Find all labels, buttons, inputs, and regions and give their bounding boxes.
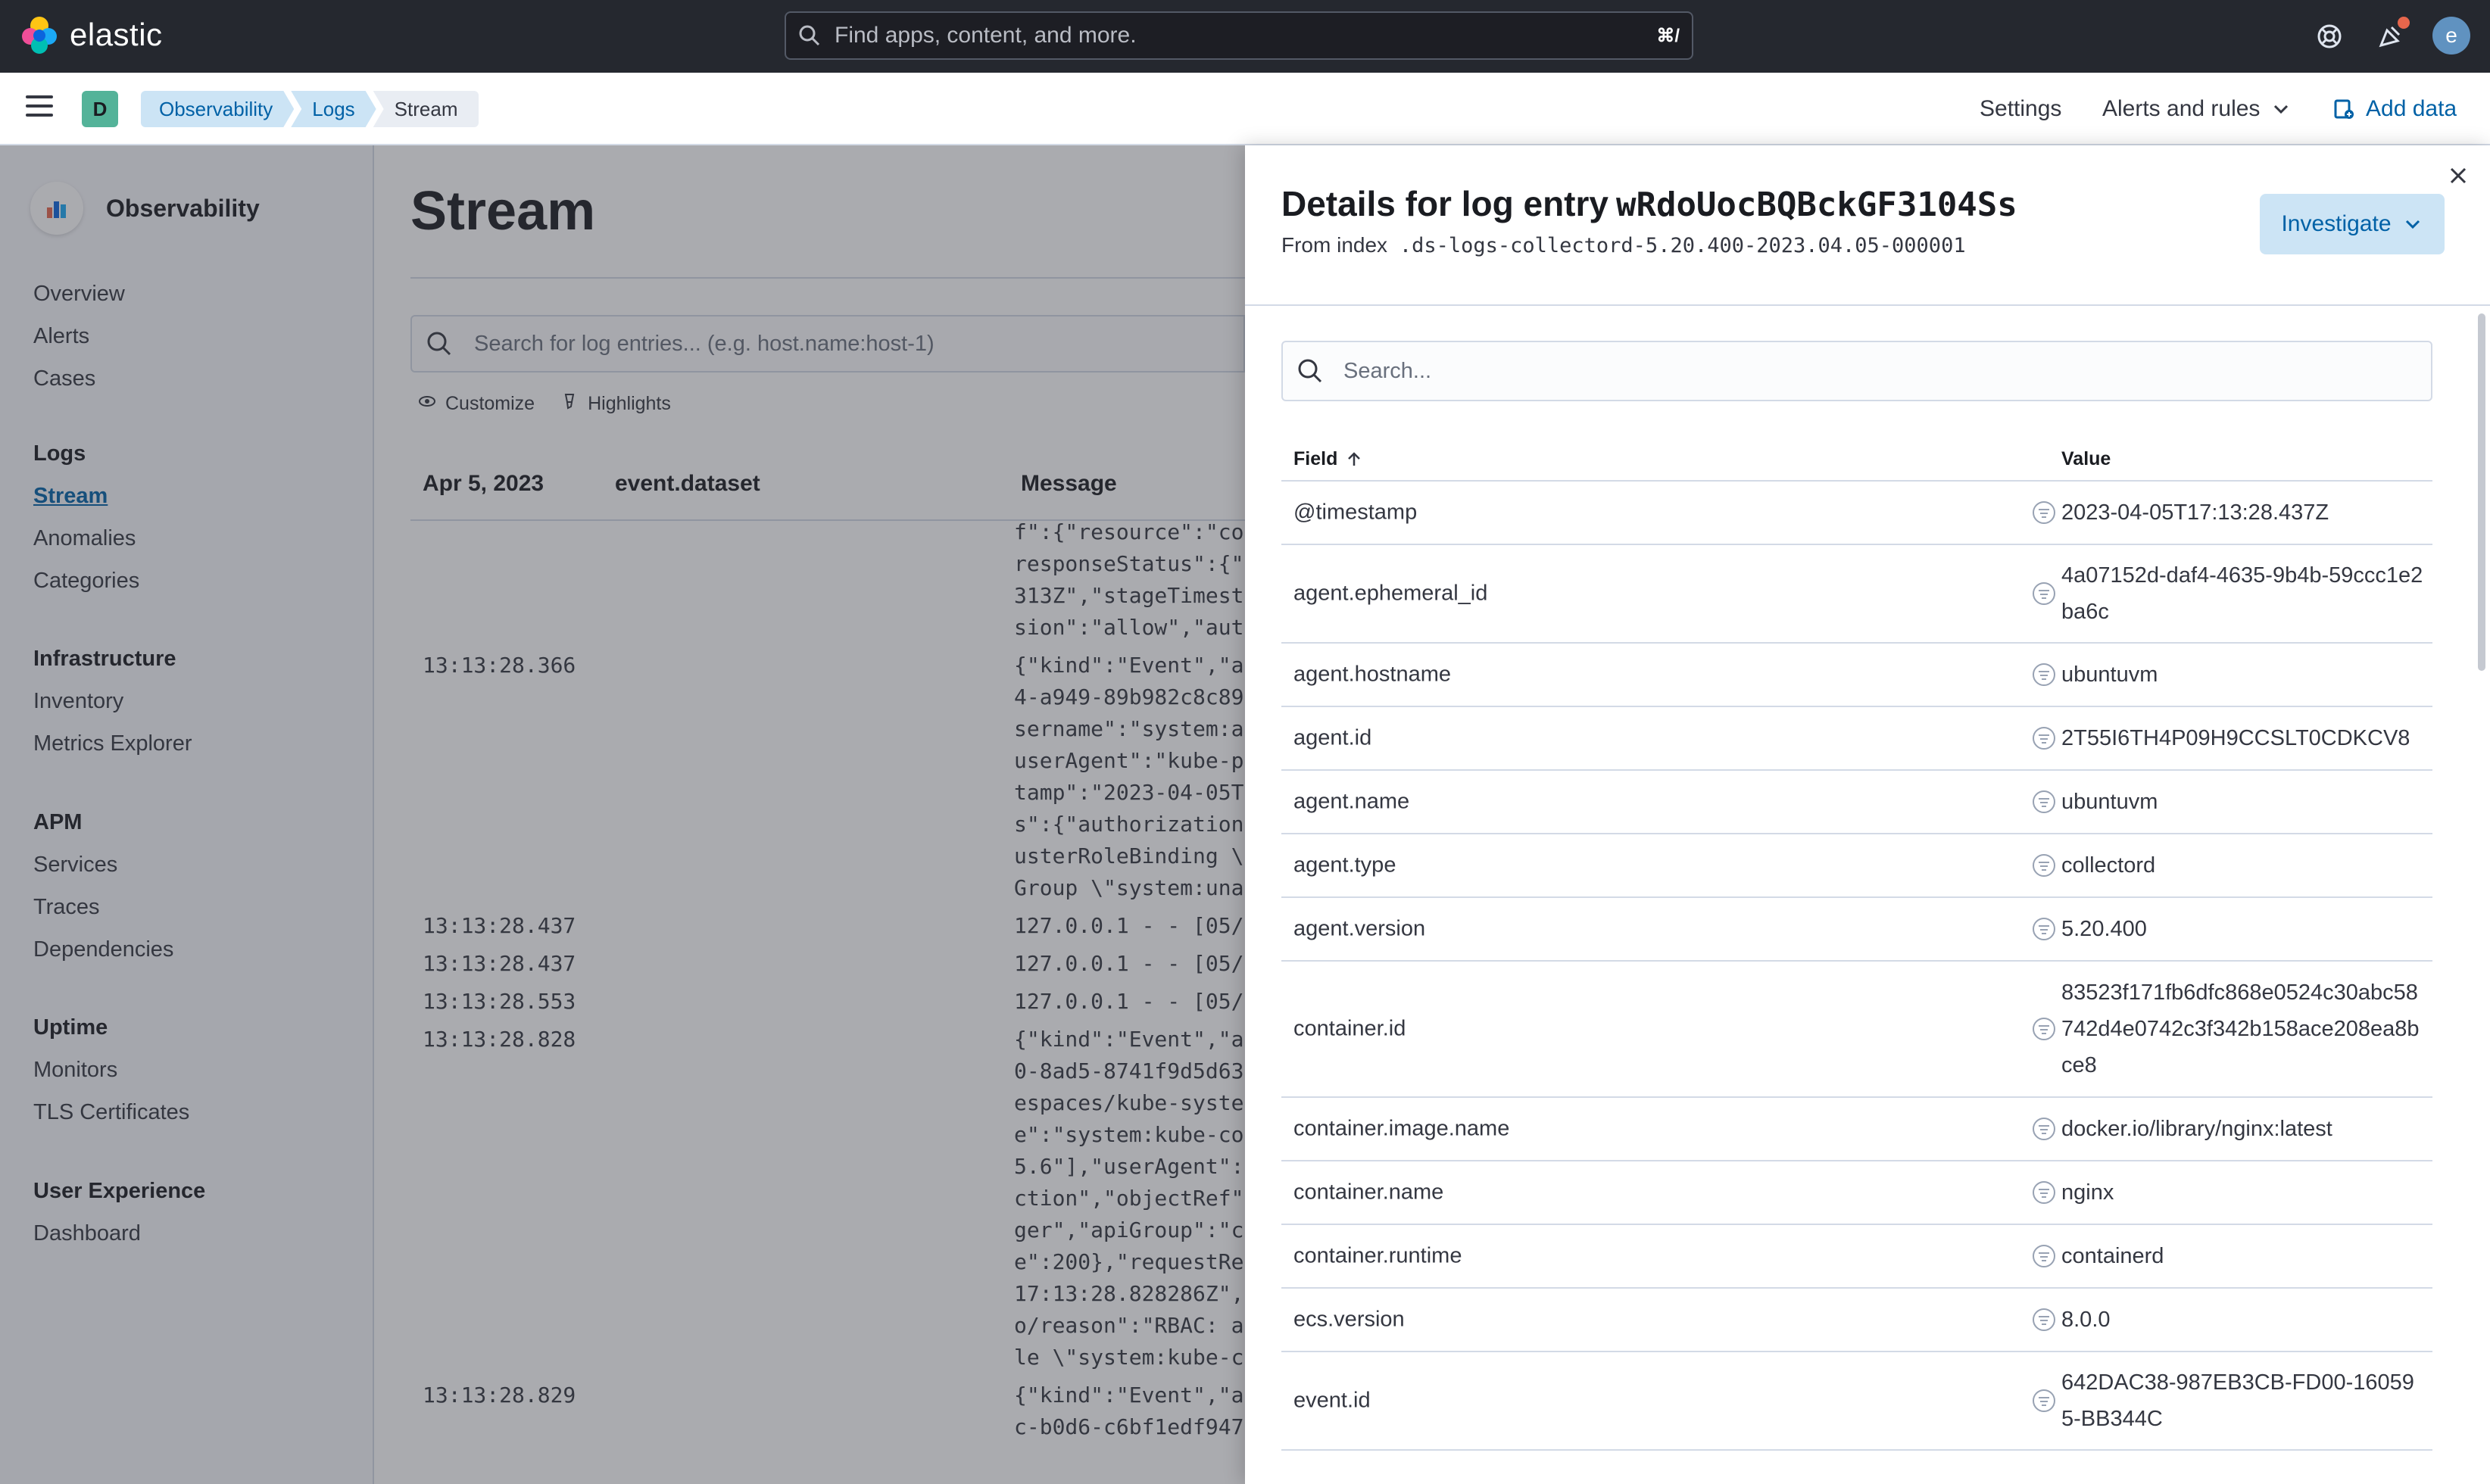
filter-icon[interactable]	[2031, 853, 2057, 878]
elastic-logo-icon	[22, 17, 57, 54]
help-icon[interactable]	[2311, 18, 2348, 55]
alerts-and-rules-label: Alerts and rules	[2102, 96, 2261, 121]
filter-icon[interactable]	[2031, 916, 2057, 942]
global-search-placeholder: Find apps, content, and more.	[835, 23, 1137, 48]
flyout-scrollbar[interactable]	[2478, 313, 2485, 671]
field-value: 83523f171fb6dfc868e0524c30abc58742d4e074…	[2061, 980, 2420, 1077]
breadcrumb: Observability Logs Stream	[141, 91, 479, 127]
field-search-input[interactable]: Search...	[1281, 341, 2432, 401]
field-name: agent.id	[1293, 725, 1372, 750]
table-row: agent.version 5.20.400	[1281, 898, 2432, 962]
field-value: 642DAC38-987EB3CB-FD00-160595-BB344C	[2061, 1370, 2414, 1431]
flyout-subtitle: From index .ds-logs-collectord-5.20.400-…	[1281, 233, 1966, 257]
field-name: container.image.name	[1293, 1116, 1510, 1141]
search-icon	[1298, 359, 1322, 383]
log-entry-id: wRdoUocBQBckGF3104Ss	[1615, 186, 2017, 224]
table-row: @timestamp 2023-04-05T17:13:28.437Z	[1281, 482, 2432, 545]
field-name: container.id	[1293, 1016, 1406, 1041]
flyout-overlay-mask[interactable]	[0, 145, 1245, 1484]
filter-icon[interactable]	[2031, 500, 2057, 525]
sort-ascending-icon	[1348, 451, 1361, 466]
notification-dot	[2398, 17, 2410, 29]
divider	[1245, 304, 2490, 306]
table-row: container.runtime containerd	[1281, 1225, 2432, 1289]
field-name: agent.hostname	[1293, 662, 1451, 687]
field-name: event.id	[1293, 1388, 1371, 1413]
field-name: container.name	[1293, 1180, 1444, 1205]
log-entry-flyout: Details for log entry wRdoUocBQBckGF3104…	[1245, 145, 2490, 1484]
space-avatar[interactable]: D	[82, 91, 118, 127]
field-name: agent.version	[1293, 916, 1426, 941]
table-row: container.name nginx	[1281, 1161, 2432, 1225]
alerts-and-rules-menu[interactable]: Alerts and rules	[2102, 91, 2292, 127]
field-name: agent.name	[1293, 789, 1410, 814]
secondary-header: D Observability Logs Stream Settings Ale…	[0, 73, 2490, 145]
add-data-icon	[2334, 99, 2354, 119]
filter-icon[interactable]	[2031, 1388, 2057, 1414]
global-header: elastic Find apps, content, and more. ⌘/…	[0, 0, 2490, 73]
user-avatar[interactable]: e	[2432, 17, 2470, 55]
field-value: containerd	[2061, 1244, 2164, 1268]
field-value: 2023-04-05T17:13:28.437Z	[2061, 500, 2329, 525]
table-row: ecs.version 8.0.0	[1281, 1289, 2432, 1352]
table-row: agent.name ubuntuvm	[1281, 771, 2432, 834]
table-row: agent.id 2T55I6TH4P09H9CCSLT0CDKCV8	[1281, 707, 2432, 771]
brand-name: elastic	[70, 17, 163, 52]
field-value: ubuntuvm	[2061, 790, 2158, 814]
field-value: 4a07152d-daf4-4635-9b4b-59ccc1e2ba6c	[2061, 563, 2423, 624]
breadcrumb-stream: Stream	[373, 91, 479, 127]
table-row: event.id 642DAC38-987EB3CB-FD00-160595-BB…	[1281, 1352, 2432, 1451]
table-row: agent.type collectord	[1281, 834, 2432, 898]
filter-icon[interactable]	[2031, 1116, 2057, 1142]
filter-icon[interactable]	[2031, 1180, 2057, 1205]
field-name: ecs.version	[1293, 1307, 1405, 1332]
add-data-link[interactable]: Add data	[2332, 91, 2457, 127]
investigate-label: Investigate	[2281, 211, 2392, 236]
filter-icon[interactable]	[2031, 1243, 2057, 1269]
field-name: agent.ephemeral_id	[1293, 581, 1488, 606]
filter-icon[interactable]	[2031, 789, 2057, 815]
table-row: container.id 83523f171fb6dfc868e0524c30ab…	[1281, 962, 2432, 1098]
field-value: 8.0.0	[2061, 1308, 2111, 1332]
field-name: container.runtime	[1293, 1243, 1462, 1268]
filter-icon[interactable]	[2031, 662, 2057, 687]
table-row: container.image.name docker.io/library/ng…	[1281, 1098, 2432, 1161]
index-prefix: From index	[1281, 233, 1388, 257]
chevron-down-icon	[2405, 220, 2420, 229]
investigate-button[interactable]: Investigate	[2260, 194, 2445, 254]
field-column-header[interactable]: Field	[1293, 448, 1363, 470]
field-header-label: Field	[1293, 448, 1338, 469]
fields-table-header: Field Value	[1281, 439, 2432, 482]
filter-icon[interactable]	[2031, 1307, 2057, 1333]
field-value: nginx	[2061, 1180, 2114, 1205]
field-value: collectord	[2061, 853, 2156, 878]
field-value: 5.20.400	[2061, 917, 2147, 941]
field-value: ubuntuvm	[2061, 662, 2158, 687]
menu-toggle-icon[interactable]	[26, 95, 53, 123]
search-icon	[799, 25, 820, 46]
table-row: agent.hostname ubuntuvm	[1281, 644, 2432, 707]
field-name: agent.type	[1293, 853, 1396, 878]
breadcrumb-observability[interactable]: Observability	[141, 91, 294, 127]
chevron-down-icon	[2274, 104, 2289, 114]
table-row: agent.ephemeral_id 4a07152d-daf4-4635-9b4…	[1281, 545, 2432, 644]
filter-icon[interactable]	[2031, 725, 2057, 751]
field-name: @timestamp	[1293, 500, 1418, 525]
search-shortcut: ⌘/	[1656, 25, 1680, 46]
filter-icon[interactable]	[2031, 581, 2057, 606]
close-icon[interactable]	[2443, 161, 2473, 191]
global-search-input[interactable]: Find apps, content, and more. ⌘/	[785, 11, 1693, 60]
field-search-placeholder: Search...	[1343, 358, 1432, 383]
breadcrumb-logs[interactable]: Logs	[291, 91, 376, 127]
filter-icon[interactable]	[2031, 1016, 2057, 1042]
flyout-title-prefix: Details for log entry	[1281, 184, 1609, 223]
field-value: docker.io/library/nginx:latest	[2061, 1117, 2332, 1141]
value-column-header: Value	[2061, 448, 2111, 469]
settings-link[interactable]: Settings	[1980, 91, 2061, 127]
elastic-logo[interactable]: elastic	[20, 15, 163, 55]
add-data-label: Add data	[2366, 96, 2457, 121]
index-name: .ds-logs-collectord-5.20.400-2023.04.05-…	[1399, 234, 1966, 257]
flyout-title: Details for log entry wRdoUocBQBckGF3104…	[1281, 183, 2017, 224]
field-value: 2T55I6TH4P09H9CCSLT0CDKCV8	[2061, 726, 2410, 750]
